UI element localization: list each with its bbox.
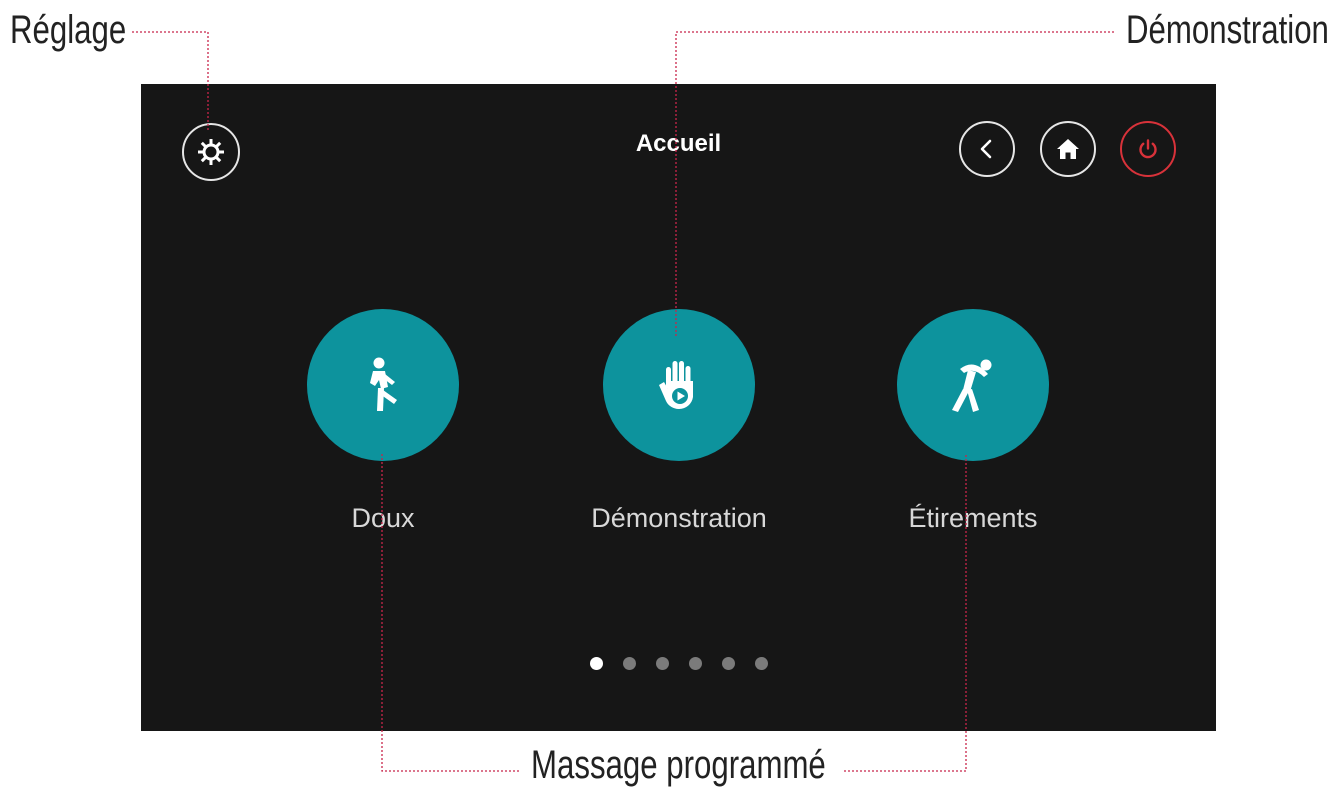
pagination-dot-1[interactable] [590, 657, 603, 670]
callout-reglage: Réglage [10, 8, 127, 52]
device-screen: Accueil Doux Démonstration Étirements [141, 84, 1216, 731]
program-etirements-button[interactable] [897, 309, 1049, 461]
walking-person-icon [370, 357, 397, 411]
gear-icon [198, 139, 224, 165]
pagination-dot-6[interactable] [755, 657, 768, 670]
power-icon [1139, 139, 1157, 159]
chevron-left-icon [980, 139, 992, 159]
program-doux-label: Doux [351, 503, 415, 533]
hand-play-icon [659, 361, 693, 410]
pagination-dot-4[interactable] [689, 657, 702, 670]
callout-massage-programme: Massage programmé [531, 743, 826, 787]
pagination-dot-3[interactable] [656, 657, 669, 670]
pagination-dot-5[interactable] [722, 657, 735, 670]
pagination-dot-2[interactable] [623, 657, 636, 670]
stretching-person-icon [952, 359, 992, 412]
program-doux-button[interactable] [307, 309, 459, 461]
program-demonstration-button[interactable] [603, 309, 755, 461]
settings-button[interactable] [182, 123, 240, 181]
home-button[interactable] [1040, 121, 1096, 177]
program-etirements-label: Étirements [908, 503, 1038, 533]
home-icon [1057, 139, 1079, 159]
callout-demonstration: Démonstration [1126, 8, 1329, 52]
power-button[interactable] [1120, 121, 1176, 177]
program-demonstration-label: Démonstration [591, 503, 767, 533]
back-button[interactable] [959, 121, 1015, 177]
